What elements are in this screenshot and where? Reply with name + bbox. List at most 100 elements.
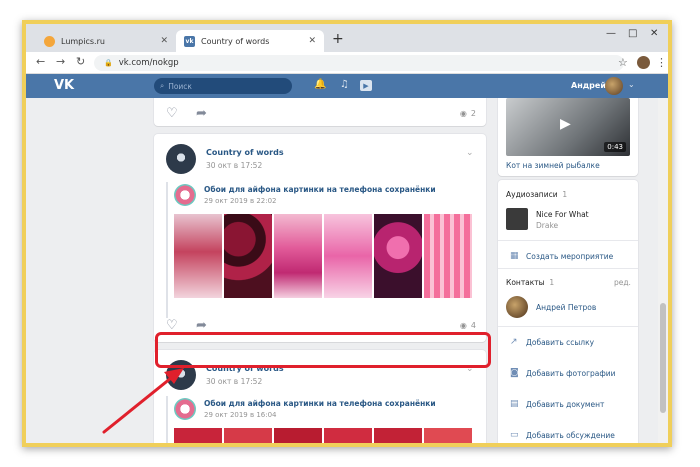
repost-divider	[166, 182, 168, 318]
lock-icon: 🔒	[104, 59, 113, 67]
user-avatar[interactable]	[605, 77, 623, 95]
search-icon: ⌕	[160, 81, 165, 90]
photo-thumbnail[interactable]	[274, 214, 322, 298]
like-heart-icon[interactable]: ♡	[166, 318, 178, 333]
vk-search-input[interactable]: ⌕ Поиск	[154, 78, 292, 94]
play-icon: ▶	[560, 116, 571, 132]
photo-thumbnail[interactable]	[374, 214, 422, 298]
video-play-icon[interactable]: ▶	[360, 80, 372, 91]
vk-logo[interactable]: VK	[54, 78, 74, 93]
views-count: ◉ 4	[460, 321, 476, 330]
repost-title[interactable]: Обои для айфона картинки на телефона сох…	[204, 185, 436, 194]
eye-icon: ◉	[459, 321, 467, 330]
audio-header[interactable]: Аудиозаписи 1	[506, 190, 567, 199]
menu-kebab-icon[interactable]: ⋮	[656, 56, 667, 69]
tab-country-of-words[interactable]: vk Country of words ✕	[176, 30, 324, 52]
repost-avatar[interactable]	[174, 184, 196, 206]
views-number: 2	[470, 109, 476, 118]
track-title[interactable]: Nice For What	[536, 210, 589, 219]
group-name[interactable]: Country of words	[206, 148, 284, 157]
photo-thumbnail[interactable]	[324, 428, 372, 443]
post-card: Country of words 30 окт в 17:52 ⌄ Обои д…	[154, 134, 486, 342]
divider	[498, 268, 638, 269]
new-tab-button[interactable]: +	[332, 31, 344, 47]
music-note-icon[interactable]: ♫	[340, 79, 349, 90]
highlight-frame	[155, 332, 491, 368]
post-date[interactable]: 30 окт в 17:52	[206, 377, 262, 386]
contact-name[interactable]: Андрей Петров	[536, 303, 596, 312]
notifications-bell-icon[interactable]: 🔔	[314, 79, 326, 90]
video-title[interactable]: Кот на зимней рыбалке	[506, 161, 600, 170]
vk-favicon-icon: vk	[184, 35, 195, 47]
contacts-edit-link[interactable]: ред.	[614, 278, 631, 287]
sidebar-panel: Аудиозаписи 1 Nice For What Drake ▦ Созд…	[498, 180, 638, 443]
add-link-button[interactable]: Добавить ссылку	[526, 338, 594, 347]
photo-thumbnail[interactable]	[424, 214, 472, 298]
like-heart-icon[interactable]: ♡	[166, 106, 178, 121]
vk-header: VK ⌕ Поиск 🔔 ♫ ▶ Андрей ⌄	[26, 74, 668, 98]
add-discussion-button[interactable]: Добавить обсуждение	[526, 431, 615, 440]
lumpics-favicon-icon	[44, 35, 55, 47]
reload-icon[interactable]: ↻	[76, 55, 85, 68]
photo-thumbnail[interactable]	[224, 428, 272, 443]
tab-bar: Lumpics.ru ✕ vk Country of words ✕ + — □…	[26, 24, 668, 52]
views-count: ◉ 2	[460, 109, 476, 118]
close-tab-icon[interactable]: ✕	[160, 36, 168, 46]
screenshot-frame: Lumpics.ru ✕ vk Country of words ✕ + — □…	[22, 20, 672, 447]
views-number: 4	[470, 321, 476, 330]
profile-avatar-icon[interactable]	[637, 56, 650, 69]
close-tab-icon[interactable]: ✕	[308, 36, 316, 46]
post-actions: ♡ ➦ ◉ 2	[154, 104, 486, 126]
tab-label: Country of words	[201, 36, 270, 46]
add-photos-button[interactable]: Добавить фотографии	[526, 369, 616, 378]
divider	[498, 326, 638, 327]
photo-thumbnail[interactable]	[274, 428, 322, 443]
forward-arrow-icon[interactable]: →	[56, 55, 65, 68]
post-menu-chevron-icon[interactable]: ⌄	[466, 148, 474, 158]
video-duration: 0:43	[604, 142, 626, 152]
user-name[interactable]: Андрей	[571, 81, 606, 90]
add-document-button[interactable]: Добавить документ	[526, 400, 604, 409]
contact-avatar[interactable]	[506, 296, 528, 318]
share-arrow-icon[interactable]: ➦	[196, 106, 207, 121]
divider	[498, 240, 638, 241]
calendar-icon: ▦	[510, 251, 519, 261]
discussion-icon: ▭	[510, 430, 519, 440]
bookmark-star-icon[interactable]: ☆	[618, 56, 628, 69]
back-arrow-icon[interactable]: ←	[36, 55, 45, 68]
camera-icon: ◙	[510, 368, 519, 378]
repost-title[interactable]: Обои для айфона картинки на телефона сох…	[204, 399, 436, 408]
eye-icon: ◉	[459, 109, 467, 118]
photo-thumbnail[interactable]	[224, 214, 272, 298]
audio-header-label: Аудиозаписи	[506, 190, 558, 199]
previous-post-card: ♡ ➦ ◉ 2	[154, 98, 486, 126]
contacts-header-label: Контакты	[506, 278, 545, 287]
share-arrow-icon[interactable]: ➦	[196, 318, 207, 333]
track-artist[interactable]: Drake	[536, 221, 558, 230]
group-avatar[interactable]	[166, 144, 196, 174]
contacts-header[interactable]: Контакты 1	[506, 278, 554, 287]
contacts-count: 1	[549, 278, 555, 287]
post-date[interactable]: 30 окт в 17:52	[206, 161, 262, 170]
scrollbar-thumb[interactable]	[660, 303, 666, 413]
photo-thumbnail[interactable]	[174, 214, 222, 298]
album-cover[interactable]	[506, 208, 528, 230]
close-window-button[interactable]: ✕	[650, 28, 658, 39]
tab-lumpics[interactable]: Lumpics.ru ✕	[36, 30, 176, 52]
address-bar[interactable]: 🔒 vk.com/nokgp	[94, 55, 624, 71]
browser-window: Lumpics.ru ✕ vk Country of words ✕ + — □…	[26, 24, 668, 443]
create-event-link[interactable]: Создать мероприятие	[526, 252, 613, 261]
video-thumbnail[interactable]: ▶ 0:43	[506, 98, 630, 156]
link-icon: ↗	[510, 337, 518, 347]
page-scrollbar[interactable]	[658, 98, 668, 443]
chevron-down-icon[interactable]: ⌄	[628, 80, 635, 89]
minimize-button[interactable]: —	[606, 28, 616, 39]
photo-thumbnail[interactable]	[374, 428, 422, 443]
photo-thumbnail[interactable]	[424, 428, 472, 443]
document-icon: ▤	[510, 399, 519, 409]
repost-date[interactable]: 29 окт 2019 в 16:04	[204, 411, 277, 419]
photo-thumbnail[interactable]	[324, 214, 372, 298]
maximize-button[interactable]: □	[628, 28, 637, 39]
search-placeholder: Поиск	[168, 81, 192, 91]
repost-date[interactable]: 29 окт 2019 в 22:02	[204, 197, 277, 205]
